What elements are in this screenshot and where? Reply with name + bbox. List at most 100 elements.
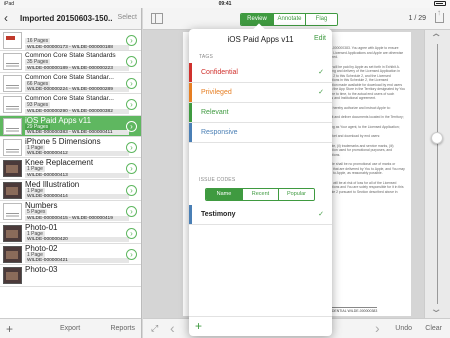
chevron-right-icon[interactable]: › [126,206,137,218]
issue-codes-heading: ISSUE CODES [199,177,236,183]
tab-flag[interactable]: Flag [305,14,337,25]
chevron-down-icon[interactable]: ⌄ [429,304,442,315]
tags-heading: TAGS [199,54,214,60]
chevron-right-icon[interactable]: › [126,120,137,132]
export-button[interactable]: Export [60,325,80,332]
page-count-badge: 1 Page [25,166,45,173]
document-thumbnail [3,138,22,156]
document-paragraph: 1.2 Apple, (ii) trademarks and service m… [321,143,394,157]
bates-range: WILDE-000000414 [25,194,129,200]
tag-label: Privileged [201,89,232,96]
document-thumbnail [3,224,22,242]
document-row[interactable]: iOS Paid Apps v11 29 Pages WILDE-000000383… [0,115,141,137]
sidebar-header: ‹ Imported 20150603-150... Select [0,8,141,30]
issue-color-bar [189,205,192,224]
document-thumbnail [3,96,22,114]
tab-popular[interactable]: Popular [278,189,314,200]
page-indicator: 1 / 29 [408,15,426,22]
clear-button[interactable]: Clear [425,325,442,332]
document-row[interactable]: Common Core State Standar... 66 Pages WILD… [0,73,141,95]
folder-title: Imported 20150603-150... [20,14,112,23]
back-chevron-icon[interactable]: ‹ [4,12,8,24]
document-list: 16 Pages WILDE-000000173 - WILDE-00000018… [0,30,141,318]
tab-recent[interactable]: Recent [242,189,278,200]
document-paragraph: (iii) market and download by end users: [321,134,381,138]
reports-button[interactable]: Reports [110,325,135,332]
tag-label: Confidential [201,69,238,76]
page-count-badge: 16 Pages [25,38,51,44]
document-row[interactable]: Photo-03 [0,265,141,287]
chevron-up-icon[interactable]: ⌃ [429,33,442,44]
page-count-badge: 93 Pages [25,102,51,109]
page-count-badge: 66 Pages [25,80,51,87]
checkmark-icon: ✓ [318,89,324,96]
tab-annotate[interactable]: Annotate [273,14,305,25]
select-button[interactable]: Select [118,14,137,21]
document-row[interactable]: 16 Pages WILDE-000000173 - WILDE-00000018… [0,30,141,52]
document-paragraph: (b) You hereby authorize and instruct Ap… [321,105,391,110]
bates-range: WILDE-000000224 - WILDE-000000289 [25,87,129,93]
document-row[interactable]: Photo-01 1 Page WILDE-000000420 › [0,223,141,244]
document-row[interactable]: iPhone 5 Dimensions 1 Page WILDE-000000412… [0,137,141,159]
chevron-right-icon[interactable]: › [126,35,137,46]
document-thumbnail [3,32,22,49]
tag-color-bar [189,63,192,82]
document-thumbnail [3,53,22,71]
tag-color-bar [189,103,192,122]
page-count-badge: 1 Page [25,187,45,194]
page-count-badge: 1 Page [25,230,45,237]
page-count-badge: 5 Pages [25,209,48,216]
tag-row[interactable]: Privileged ✓ [189,83,332,103]
document-text: WILDE-000000383. You agree with Apple to… [321,46,405,199]
document-thumbnail [3,203,22,221]
document-paragraph: (i) solicit and deliver documents locate… [321,115,404,119]
tag-color-bar [189,83,192,102]
tag-label: Responsive [201,129,238,136]
page-count-badge: 29 Pages [25,123,51,130]
issue-code-label: Testimony [201,211,236,218]
scrubber-track[interactable] [437,44,438,304]
scrubber-thumb[interactable] [431,131,443,144]
document-row[interactable]: Common Core State Standards 35 Pages WILDE… [0,51,141,73]
edit-button[interactable]: Edit [314,35,326,42]
issue-code-row[interactable]: Testimony ✓ [189,205,332,225]
share-icon[interactable] [435,8,444,23]
tag-row[interactable]: Relevant [189,103,332,123]
chevron-right-icon[interactable]: › [126,163,137,175]
chevron-right-icon[interactable]: › [126,248,137,260]
document-sidebar: ‹ Imported 20150603-150... Select 16 Pag… [0,8,142,338]
document-paragraph: WILDE-000000383. You agree with Apple to… [321,46,404,59]
sidebar-toggle-icon[interactable] [151,13,163,24]
clock: 09:41 [218,1,232,7]
tag-row[interactable]: Confidential ✓ [189,63,332,83]
document-name: Common Core State Standar... [25,95,114,103]
add-document-button[interactable]: + [6,322,13,336]
next-page-button[interactable]: › [375,320,380,336]
chevron-right-icon[interactable]: › [126,77,137,89]
tab-name[interactable]: Name [206,189,242,200]
document-name: Common Core State Standards [25,52,116,60]
bates-range: WILDE-000000420 [25,237,129,243]
bates-range: WILDE-000000412 [25,151,129,157]
battery-icon [434,1,446,6]
document-paragraph: (B) You will be at risk of loss for all … [321,180,404,194]
document-row[interactable]: Numbers 5 Pages WILDE-000000415 - WILDE-00… [0,201,141,223]
status-bar: iPad 09:41 [0,0,450,8]
chevron-right-icon[interactable]: › [126,99,137,111]
chevron-right-icon[interactable]: › [126,227,137,239]
add-tag-button[interactable]: + [195,319,202,333]
tag-row[interactable]: Responsive [189,123,332,143]
expand-icon[interactable]: ⤢ [151,323,158,334]
document-row[interactable]: Common Core State Standar... 93 Pages WILD… [0,94,141,116]
document-name: Common Core State Standar... [25,73,114,81]
document-row[interactable]: Med Illustration 1 Page WILDE-000000414 › [0,180,141,202]
document-row[interactable]: Knee Replacement 1 Page WILDE-000000413 › [0,158,141,180]
previous-page-button[interactable]: ‹ [170,320,175,336]
chevron-right-icon[interactable]: › [126,141,137,153]
chevron-right-icon[interactable]: › [126,184,137,196]
chevron-right-icon[interactable]: › [126,56,137,68]
undo-button[interactable]: Undo [395,325,412,332]
document-row[interactable]: Photo-02 1 Page WILDE-000000421 › [0,244,141,266]
document-paragraph: (A) Apple shall be no promotional use of… [321,162,405,175]
document-thumbnail [3,181,22,199]
